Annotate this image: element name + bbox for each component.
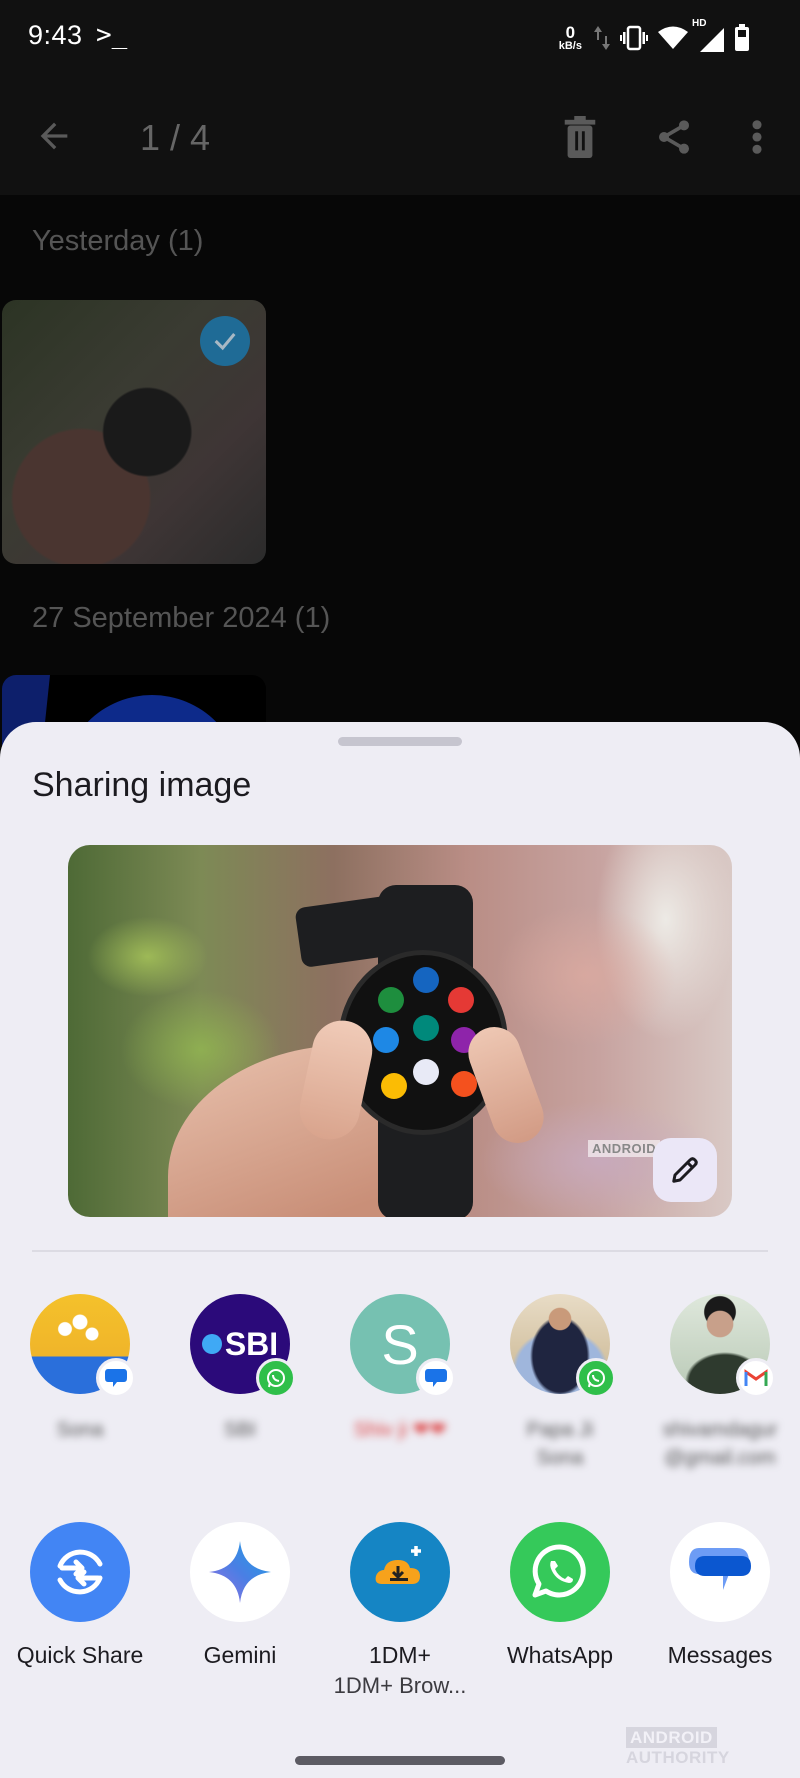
contact-name: Sona bbox=[56, 1419, 104, 1441]
cellular-signal-icon: HD bbox=[692, 18, 724, 52]
messages-badge-icon bbox=[416, 1358, 456, 1398]
sheet-title: Sharing image bbox=[32, 766, 252, 804]
app-sublabel: 1DM+ Brow... bbox=[333, 1673, 467, 1698]
watermark-boxed: ANDROID bbox=[626, 1727, 717, 1748]
photo-counter: 1 / 4 bbox=[140, 117, 211, 158]
gmail-badge-icon bbox=[736, 1358, 776, 1398]
status-bar: 9:43 >_ 0 kB/s HD bbox=[0, 0, 800, 80]
avatar-initials: S bbox=[381, 1312, 419, 1376]
watermark: ANDROID AUTHORITY bbox=[626, 1727, 800, 1768]
avatar: S bbox=[350, 1294, 456, 1398]
battery-icon bbox=[735, 24, 749, 51]
contact-name: Papa Ji Sona bbox=[526, 1419, 594, 1469]
pencil-icon bbox=[672, 1157, 698, 1183]
wifi-icon bbox=[658, 26, 688, 49]
edit-image-button[interactable] bbox=[653, 1138, 717, 1202]
app-target-quick-share[interactable]: Quick Share bbox=[0, 1522, 160, 1669]
avatar bbox=[30, 1294, 136, 1398]
app-target-1dm[interactable]: 1DM+ 1DM+ Brow... bbox=[320, 1522, 480, 1699]
avatar: SBI bbox=[190, 1294, 296, 1398]
app-label: 1DM+ bbox=[369, 1642, 431, 1668]
contact-target[interactable]: SBI SBI bbox=[160, 1294, 320, 1444]
net-speed-value: 0 bbox=[565, 23, 576, 42]
drag-handle[interactable] bbox=[338, 737, 462, 746]
whatsapp-badge-icon bbox=[256, 1358, 296, 1398]
section-title: 27 September 2024 (1) bbox=[32, 602, 331, 634]
terminal-icon: >_ bbox=[96, 20, 128, 50]
download-manager-icon bbox=[350, 1522, 450, 1622]
vibrate-icon bbox=[620, 25, 648, 51]
section-title: Yesterday (1) bbox=[32, 225, 204, 257]
app-target-whatsapp[interactable]: WhatsApp bbox=[480, 1522, 640, 1669]
share-sheet: Sharing image ANDROID Sona SBI SBI S Shi… bbox=[0, 722, 800, 1778]
share-icon bbox=[659, 120, 689, 154]
avatar bbox=[670, 1294, 776, 1398]
app-label: WhatsApp bbox=[506, 1642, 614, 1668]
gemini-icon bbox=[190, 1522, 290, 1622]
contact-target[interactable]: Sona bbox=[0, 1294, 160, 1444]
divider bbox=[32, 1250, 768, 1252]
more-vert-icon bbox=[752, 120, 762, 154]
contact-name: shivamdagur@gmail.com bbox=[662, 1419, 778, 1469]
whatsapp-badge-icon bbox=[576, 1358, 616, 1398]
net-speed-unit: kB/s bbox=[558, 40, 582, 52]
app-target-gemini[interactable]: Gemini bbox=[160, 1522, 320, 1669]
contact-target[interactable]: shivamdagur@gmail.com bbox=[640, 1294, 800, 1472]
contact-target[interactable]: S Shiv ji ❤❤ bbox=[320, 1294, 480, 1444]
net-speed: 0 kB/s bbox=[559, 24, 582, 52]
quick-share-icon bbox=[30, 1522, 130, 1622]
messages-icon bbox=[670, 1522, 770, 1622]
messages-badge-icon bbox=[96, 1358, 136, 1398]
more-options-button[interactable] bbox=[742, 116, 772, 163]
avatar bbox=[510, 1294, 616, 1398]
image-preview: ANDROID bbox=[68, 845, 732, 1217]
contact-name: Shiv ji ❤❤ bbox=[353, 1419, 447, 1441]
app-label: Messages bbox=[667, 1642, 773, 1668]
photo-thumbnail[interactable] bbox=[2, 300, 266, 564]
back-button[interactable] bbox=[34, 116, 74, 161]
status-time: 9:43 bbox=[28, 20, 83, 50]
app-label: Quick Share bbox=[16, 1642, 144, 1668]
watermark-text: AUTHORITY bbox=[626, 1748, 730, 1767]
selected-check bbox=[200, 316, 250, 366]
contact-target[interactable]: Papa Ji Sona bbox=[480, 1294, 640, 1472]
gallery-app-bar: 1 / 4 bbox=[0, 80, 800, 195]
share-button[interactable] bbox=[654, 116, 694, 163]
contact-name: SBI bbox=[223, 1419, 257, 1441]
data-activity-icon bbox=[594, 26, 610, 50]
gallery-grid: Yesterday (1) 27 September 2024 (1) bbox=[0, 195, 800, 939]
gesture-nav-handle[interactable] bbox=[295, 1756, 505, 1765]
app-target-messages[interactable]: Messages bbox=[640, 1522, 800, 1669]
app-label: Gemini bbox=[203, 1642, 277, 1668]
whatsapp-icon bbox=[510, 1522, 610, 1622]
delete-icon bbox=[564, 116, 596, 158]
check-icon bbox=[214, 333, 236, 351]
avatar-initials: SBI bbox=[224, 1325, 279, 1362]
delete-button[interactable] bbox=[560, 116, 600, 163]
preview-watermark: ANDROID bbox=[588, 1140, 661, 1157]
arrow-back-icon bbox=[40, 122, 68, 150]
